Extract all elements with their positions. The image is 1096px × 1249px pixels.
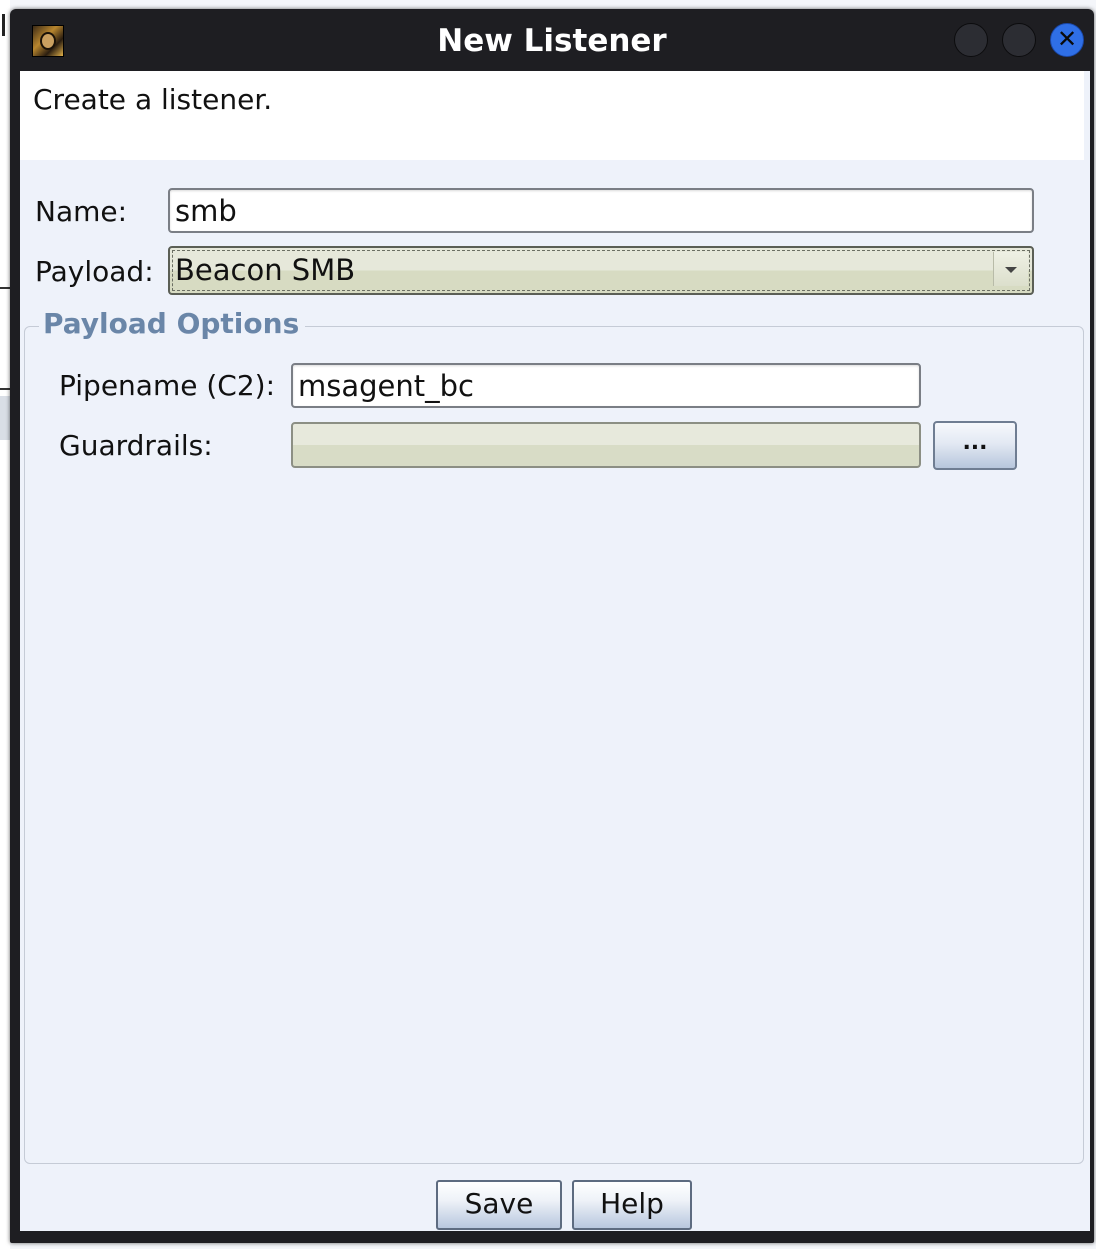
guardrails-browse-button[interactable]: ...: [933, 421, 1017, 470]
title-bar[interactable]: New Listener ✕: [10, 9, 1094, 71]
description-panel: Create a listener.: [20, 71, 1084, 160]
close-button[interactable]: ✕: [1050, 23, 1084, 57]
background-divider: [0, 287, 10, 289]
background-window-edge: [0, 0, 10, 1249]
background-divider: [0, 388, 10, 390]
window-title: New Listener: [437, 23, 667, 59]
payload-label: Payload:: [35, 255, 154, 288]
name-input[interactable]: smb: [168, 188, 1034, 233]
name-label: Name:: [35, 195, 128, 228]
save-button[interactable]: Save: [436, 1180, 562, 1230]
help-button[interactable]: Help: [572, 1180, 692, 1230]
payload-selected-value: Beacon SMB: [175, 253, 356, 287]
maximize-button[interactable]: [1002, 23, 1036, 57]
dialog-content: Create a listener. Name: smb Payload: Be…: [20, 71, 1090, 1231]
pipename-input[interactable]: msagent_bc: [291, 363, 921, 408]
chevron-down-icon[interactable]: [993, 252, 1028, 286]
dialog-description: Create a listener.: [33, 83, 273, 116]
payload-options-group: Payload Options Pipename (C2): msagent_b…: [24, 307, 1084, 1164]
close-icon: ✕: [1056, 25, 1078, 53]
payload-select[interactable]: Beacon SMB: [168, 246, 1034, 295]
new-listener-dialog: New Listener ✕ Create a listener. Name: …: [10, 9, 1094, 1243]
background-glyph: [0, 14, 10, 38]
guardrails-field[interactable]: [291, 422, 921, 468]
pipename-label: Pipename (C2):: [59, 369, 276, 402]
payload-options-title: Payload Options: [39, 307, 306, 340]
minimize-button[interactable]: [954, 23, 988, 57]
background-panel: [0, 396, 10, 440]
guardrails-label: Guardrails:: [59, 429, 213, 462]
